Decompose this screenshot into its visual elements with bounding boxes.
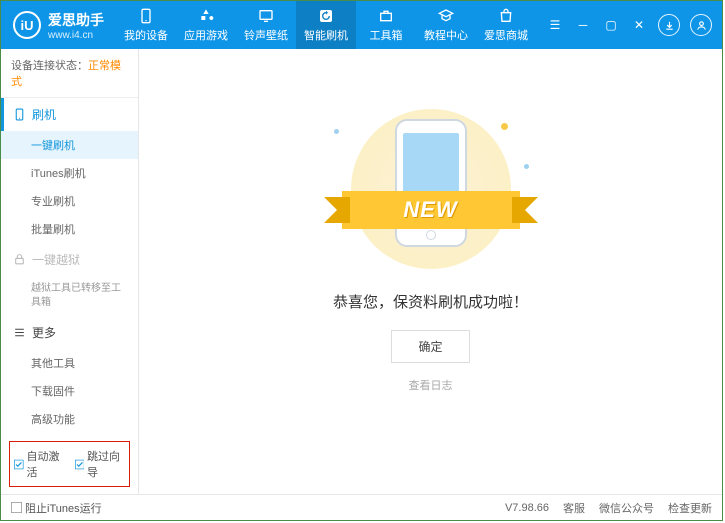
ribbon-text: NEW xyxy=(403,197,457,223)
nav-toolbox[interactable]: 工具箱 xyxy=(356,1,416,49)
brand-url: www.i4.cn xyxy=(48,30,104,41)
main-nav: 我的设备 应用游戏 铃声壁纸 智能刷机 工具箱 教程中心 爱思商城 xyxy=(116,1,536,49)
toolbox-icon xyxy=(377,8,395,24)
version-label: V7.98.66 xyxy=(505,502,549,514)
jailbreak-note: 越狱工具已转移至工具箱 xyxy=(1,276,138,316)
menu-icon[interactable]: ☰ xyxy=(546,16,564,34)
sidebar-item-other-tools[interactable]: 其他工具 xyxy=(1,349,138,377)
sidebar-item-advanced[interactable]: 高级功能 xyxy=(1,405,138,433)
section-jailbreak[interactable]: 一键越狱 xyxy=(1,243,138,276)
wechat-link[interactable]: 微信公众号 xyxy=(599,500,654,516)
confirm-button[interactable]: 确定 xyxy=(391,330,469,363)
nav-my-device[interactable]: 我的设备 xyxy=(116,1,176,49)
sidebar-item-batch-flash[interactable]: 批量刷机 xyxy=(1,215,138,243)
nav-ringtones[interactable]: 铃声壁纸 xyxy=(236,1,296,49)
phone-icon xyxy=(137,8,155,24)
nav-flash[interactable]: 智能刷机 xyxy=(296,1,356,49)
main-pane: NEW 恭喜您，保资料刷机成功啦！ 确定 查看日志 xyxy=(139,49,722,494)
success-illustration: NEW xyxy=(326,109,536,269)
customer-service-link[interactable]: 客服 xyxy=(563,500,585,516)
connection-status: 设备连接状态：正常模式 xyxy=(1,49,138,98)
minimize-icon[interactable]: ─ xyxy=(574,16,592,34)
nav-tutorials[interactable]: 教程中心 xyxy=(416,1,476,49)
logo-icon: iU xyxy=(13,11,41,39)
sidebar-item-oneclick-flash[interactable]: 一键刷机 xyxy=(1,131,138,159)
success-message: 恭喜您，保资料刷机成功啦！ xyxy=(333,291,528,312)
refresh-icon xyxy=(317,8,335,24)
checkbox-auto-activate[interactable]: 自动激活 xyxy=(14,448,65,480)
close-icon[interactable]: ✕ xyxy=(630,16,648,34)
view-log-link[interactable]: 查看日志 xyxy=(409,377,453,393)
section-more[interactable]: 更多 xyxy=(1,316,138,349)
list-icon xyxy=(13,326,26,339)
sidebar-item-download-firmware[interactable]: 下载固件 xyxy=(1,377,138,405)
highlighted-options: 自动激活 跳过向导 xyxy=(9,441,130,487)
apps-icon xyxy=(197,8,215,24)
lock-icon xyxy=(13,253,26,266)
check-update-link[interactable]: 检查更新 xyxy=(668,500,712,516)
checkbox-block-itunes[interactable]: 阻止iTunes运行 xyxy=(11,500,102,516)
maximize-icon[interactable]: ▢ xyxy=(602,16,620,34)
user-button[interactable] xyxy=(690,14,712,36)
checkbox-skip-guide[interactable]: 跳过向导 xyxy=(75,448,126,480)
footer: 阻止iTunes运行 V7.98.66 客服 微信公众号 检查更新 xyxy=(1,494,722,520)
graduation-icon xyxy=(437,8,455,24)
brand-block: iU 爱思助手 www.i4.cn xyxy=(1,10,116,41)
sidebar-item-itunes-flash[interactable]: iTunes刷机 xyxy=(1,159,138,187)
store-icon xyxy=(497,8,515,24)
section-flash[interactable]: 刷机 xyxy=(1,98,138,131)
wallpaper-icon xyxy=(257,8,275,24)
brand-title: 爱思助手 xyxy=(48,10,104,30)
nav-store[interactable]: 爱思商城 xyxy=(476,1,536,49)
sidebar: 设备连接状态：正常模式 刷机 一键刷机 iTunes刷机 专业刷机 批量刷机 一… xyxy=(1,49,139,494)
window-controls: ☰ ─ ▢ ✕ xyxy=(536,14,722,36)
titlebar: iU 爱思助手 www.i4.cn 我的设备 应用游戏 铃声壁纸 智能刷机 工具… xyxy=(1,1,722,49)
sidebar-item-pro-flash[interactable]: 专业刷机 xyxy=(1,187,138,215)
nav-apps[interactable]: 应用游戏 xyxy=(176,1,236,49)
download-button[interactable] xyxy=(658,14,680,36)
phone-icon xyxy=(13,108,26,121)
